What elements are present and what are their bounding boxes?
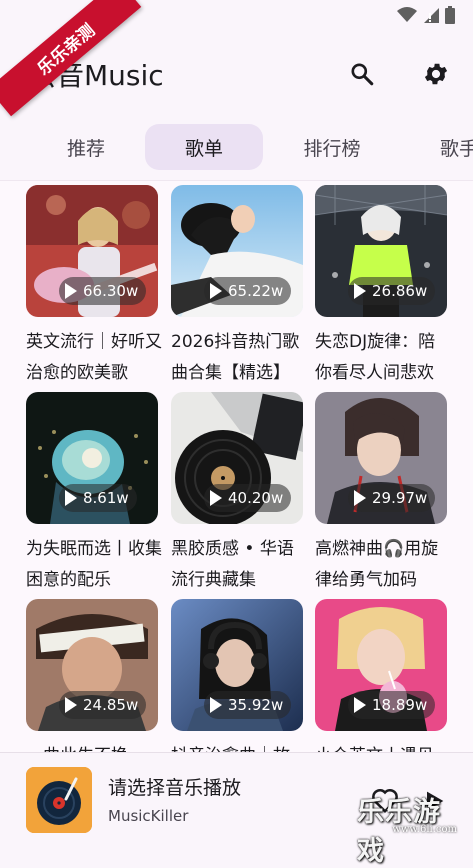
play-icon bbox=[65, 490, 77, 506]
category-tabs: 推荐 歌单 排行榜 歌手 bbox=[0, 122, 473, 174]
playlist-cover[interactable]: 40.20w bbox=[171, 392, 303, 524]
playlist-title[interactable]: 失恋DJ旋律：陪你看尽人间悲欢 bbox=[315, 327, 451, 389]
vinyl-icon bbox=[26, 767, 92, 833]
play-icon bbox=[210, 283, 222, 299]
playlist-title[interactable]: 2026抖音热门歌曲合集【精选】 bbox=[171, 327, 307, 389]
play-count: 66.30w bbox=[83, 282, 139, 300]
playlist-cover[interactable]: 8.61w bbox=[26, 392, 158, 524]
playlist-card[interactable]: 29.97w 高燃神曲🎧用旋律给勇气加码 bbox=[315, 392, 447, 596]
player-artist: MusicKiller bbox=[108, 807, 189, 825]
playlist-title[interactable]: 为失眠而选丨收集困意的配乐 bbox=[26, 534, 162, 596]
tab-artists[interactable]: 歌手 bbox=[400, 124, 473, 170]
playlist-cover[interactable]: 66.30w bbox=[26, 185, 158, 317]
play-icon bbox=[354, 283, 366, 299]
play-count-badge: 65.22w bbox=[204, 277, 292, 305]
playlist-cover[interactable]: 65.22w bbox=[171, 185, 303, 317]
play-count-badge: 18.89w bbox=[348, 691, 436, 719]
playlist-card[interactable]: 66.30w 英文流行｜好听又治愈的欧美歌 bbox=[26, 185, 162, 389]
playlist-cover[interactable]: 24.85w bbox=[26, 599, 158, 731]
tab-playlists[interactable]: 歌单 bbox=[145, 124, 263, 170]
signal-icon bbox=[424, 8, 439, 23]
tab-recommend[interactable]: 推荐 bbox=[40, 124, 132, 170]
play-icon bbox=[65, 283, 77, 299]
play-count-badge: 29.97w bbox=[348, 484, 436, 512]
play-count: 8.61w bbox=[83, 489, 129, 507]
search-icon bbox=[351, 63, 374, 86]
playlist-title[interactable]: 高燃神曲🎧用旋律给勇气加码 bbox=[315, 534, 451, 596]
playlist-title[interactable]: 英文流行｜好听又治愈的欧美歌 bbox=[26, 327, 162, 389]
play-count: 65.22w bbox=[228, 282, 284, 300]
search-button[interactable] bbox=[344, 56, 380, 92]
player-track-title: 请选择音乐播放 bbox=[108, 777, 242, 799]
play-icon bbox=[65, 697, 77, 713]
play-count: 40.20w bbox=[228, 489, 284, 507]
play-icon bbox=[210, 697, 222, 713]
wifi-icon bbox=[397, 7, 417, 22]
play-count-badge: 8.61w bbox=[59, 484, 137, 512]
playlist-card[interactable]: 8.61w 为失眠而选丨收集困意的配乐 bbox=[26, 392, 162, 596]
playlist-card[interactable]: 26.86w 失恋DJ旋律：陪你看尽人间悲欢 bbox=[315, 185, 447, 389]
battery-icon bbox=[445, 6, 455, 24]
play-count-badge: 26.86w bbox=[348, 277, 436, 305]
playlist-card[interactable]: 40.20w 黑胶质感 • 华语流行典藏集 bbox=[171, 392, 303, 596]
play-count-badge: 24.85w bbox=[59, 691, 147, 719]
playlist-card[interactable]: 24.85w 一曲此生不换 bbox=[26, 599, 158, 753]
playlist-cover[interactable]: 35.92w bbox=[171, 599, 303, 731]
playlist-card[interactable]: 18.89w 小众英文丨遇见 bbox=[315, 599, 447, 753]
play-icon bbox=[354, 490, 366, 506]
play-count: 24.85w bbox=[83, 696, 139, 714]
settings-button[interactable] bbox=[418, 56, 454, 92]
playlist-title[interactable]: 黑胶质感 • 华语流行典藏集 bbox=[171, 534, 307, 596]
playlist-card[interactable]: 35.92w 抖音治愈曲｜故 bbox=[171, 599, 303, 753]
playlist-cover[interactable]: 26.86w bbox=[315, 185, 447, 317]
play-count-badge: 66.30w bbox=[59, 277, 147, 305]
play-icon bbox=[210, 490, 222, 506]
play-count: 18.89w bbox=[372, 696, 428, 714]
play-count: 35.92w bbox=[228, 696, 284, 714]
tab-charts[interactable]: 排行榜 bbox=[286, 124, 378, 170]
play-count: 29.97w bbox=[372, 489, 428, 507]
playlist-grid[interactable]: 66.30w 英文流行｜好听又治愈的欧美歌 65.22w 2026抖音热门歌曲合… bbox=[0, 180, 473, 753]
watermark-url: www.6li.com bbox=[392, 824, 457, 835]
gear-icon bbox=[424, 63, 448, 85]
play-icon bbox=[354, 697, 366, 713]
watermark: 乐乐游戏 www.6li.com bbox=[357, 790, 469, 867]
playlist-cover[interactable]: 29.97w bbox=[315, 392, 447, 524]
play-count: 26.86w bbox=[372, 282, 428, 300]
play-count-badge: 35.92w bbox=[204, 691, 292, 719]
playlist-card[interactable]: 65.22w 2026抖音热门歌曲合集【精选】 bbox=[171, 185, 303, 389]
player-album-art[interactable] bbox=[26, 767, 92, 833]
play-count-badge: 40.20w bbox=[204, 484, 292, 512]
playlist-cover[interactable]: 18.89w bbox=[315, 599, 447, 731]
